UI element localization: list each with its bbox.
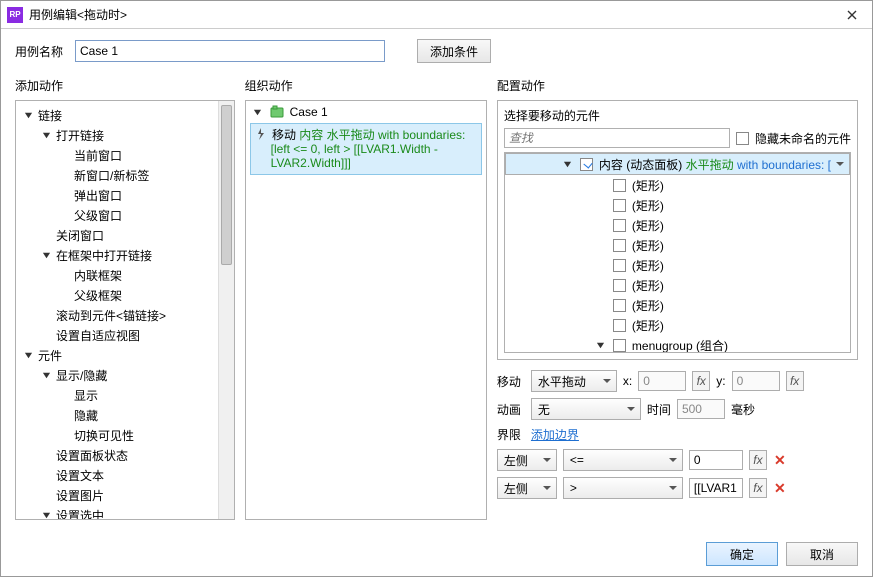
tree-item[interactable]: 显示/隐藏	[16, 365, 234, 385]
hide-unnamed-label: 隐藏未命名的元件	[755, 130, 851, 147]
y-label: y:	[716, 374, 725, 388]
close-button[interactable]	[832, 1, 872, 28]
anim-select[interactable]: 无	[531, 398, 641, 420]
hide-unnamed-checkbox[interactable]	[736, 132, 749, 145]
left-header: 添加动作	[15, 73, 235, 100]
anim-label: 动画	[497, 401, 525, 418]
b1-delete-button[interactable]: ✕	[773, 452, 787, 469]
tree-item[interactable]: 在框架中打开链接	[16, 245, 234, 265]
ms-label: 毫秒	[731, 401, 755, 418]
action-row[interactable]: 移动 内容 水平拖动 with boundaries: [left <= 0, …	[250, 123, 482, 175]
y-fx-button[interactable]: fx	[786, 371, 804, 391]
select-widget-header: 选择要移动的元件	[504, 107, 851, 124]
tree-item[interactable]: 滚动到元件<锚链接>	[16, 305, 234, 325]
element-checkbox[interactable]	[613, 339, 626, 352]
element-row[interactable]: (矩形)	[505, 295, 850, 315]
b2-value-input[interactable]	[689, 478, 743, 498]
tree-item[interactable]: 切换可见性	[16, 425, 234, 445]
b1-value-input[interactable]	[689, 450, 743, 470]
move-label: 移动	[497, 373, 525, 390]
add-boundary-link[interactable]: 添加边界	[531, 426, 579, 443]
b1-side-select[interactable]: 左侧	[497, 449, 557, 471]
x-label: x:	[623, 374, 632, 388]
y-input[interactable]	[732, 371, 780, 391]
tree-item[interactable]: 链接	[16, 105, 234, 125]
tree-item[interactable]: 设置自适应视图	[16, 325, 234, 345]
lightning-icon	[255, 128, 267, 140]
b1-fx-button[interactable]: fx	[749, 450, 767, 470]
tree-item[interactable]: 显示	[16, 385, 234, 405]
tree-item[interactable]: 当前窗口	[16, 145, 234, 165]
element-checkbox[interactable]	[613, 239, 626, 252]
tree-item[interactable]: 隐藏	[16, 405, 234, 425]
time-label: 时间	[647, 401, 671, 418]
element-checkbox[interactable]	[613, 259, 626, 272]
right-header: 配置动作	[497, 73, 858, 100]
b2-side-select[interactable]: 左侧	[497, 477, 557, 499]
tree-item[interactable]: 父级框架	[16, 285, 234, 305]
time-input[interactable]	[677, 399, 725, 419]
ok-button[interactable]: 确定	[706, 542, 778, 566]
mid-header: 组织动作	[245, 73, 487, 100]
case-icon	[270, 105, 284, 119]
element-checkbox[interactable]	[613, 179, 626, 192]
tree-item[interactable]: 设置选中	[16, 505, 234, 520]
case-name-label: 用例名称	[15, 43, 63, 60]
cancel-button[interactable]: 取消	[786, 542, 858, 566]
element-row[interactable]: (矩形)	[505, 175, 850, 195]
close-icon	[847, 10, 857, 20]
search-input[interactable]	[504, 128, 730, 148]
element-row[interactable]: (矩形)	[505, 195, 850, 215]
element-checkbox[interactable]	[613, 299, 626, 312]
b2-delete-button[interactable]: ✕	[773, 480, 787, 497]
tree-item[interactable]: 关闭窗口	[16, 225, 234, 245]
tree-item[interactable]: 父级窗口	[16, 205, 234, 225]
element-row[interactable]: (矩形)	[505, 235, 850, 255]
case-title: Case 1	[288, 105, 328, 119]
b2-op-select[interactable]: >	[563, 477, 683, 499]
tree-item[interactable]: 内联框架	[16, 265, 234, 285]
element-row[interactable]: menugroup (组合)	[505, 335, 850, 353]
tree-item[interactable]: 设置文本	[16, 465, 234, 485]
action-prefix: 移动	[272, 128, 299, 142]
b1-op-select[interactable]: <=	[563, 449, 683, 471]
tree-item[interactable]: 元件	[16, 345, 234, 365]
scrollbar-vertical[interactable]	[218, 101, 234, 519]
tree-item[interactable]: 弹出窗口	[16, 185, 234, 205]
element-row[interactable]: (矩形)	[505, 215, 850, 235]
app-icon: RP	[7, 7, 23, 23]
action-detail: 内容 水平拖动 with boundaries: [left <= 0, lef…	[271, 128, 466, 170]
element-checkbox[interactable]	[613, 319, 626, 332]
add-condition-button[interactable]: 添加条件	[417, 39, 491, 63]
x-fx-button[interactable]: fx	[692, 371, 710, 391]
case-header[interactable]: Case 1	[246, 101, 486, 123]
element-row[interactable]: 内容 (动态面板) 水平拖动 with boundaries: [	[505, 153, 850, 175]
case-name-input[interactable]	[75, 40, 385, 62]
tree-item[interactable]: 打开链接	[16, 125, 234, 145]
b2-fx-button[interactable]: fx	[749, 478, 767, 498]
tree-item[interactable]: 新窗口/新标签	[16, 165, 234, 185]
tree-item[interactable]: 设置图片	[16, 485, 234, 505]
element-row[interactable]: (矩形)	[505, 255, 850, 275]
bound-label: 界限	[497, 426, 525, 443]
window-title: 用例编辑<拖动时>	[29, 6, 832, 23]
element-row[interactable]: (矩形)	[505, 275, 850, 295]
x-input[interactable]	[638, 371, 686, 391]
element-checkbox[interactable]	[613, 219, 626, 232]
element-checkbox[interactable]	[613, 279, 626, 292]
tree-item[interactable]: 设置面板状态	[16, 445, 234, 465]
element-checkbox[interactable]	[613, 199, 626, 212]
move-type-select[interactable]: 水平拖动	[531, 370, 617, 392]
element-checkbox[interactable]	[580, 158, 593, 171]
element-row[interactable]: (矩形)	[505, 315, 850, 335]
